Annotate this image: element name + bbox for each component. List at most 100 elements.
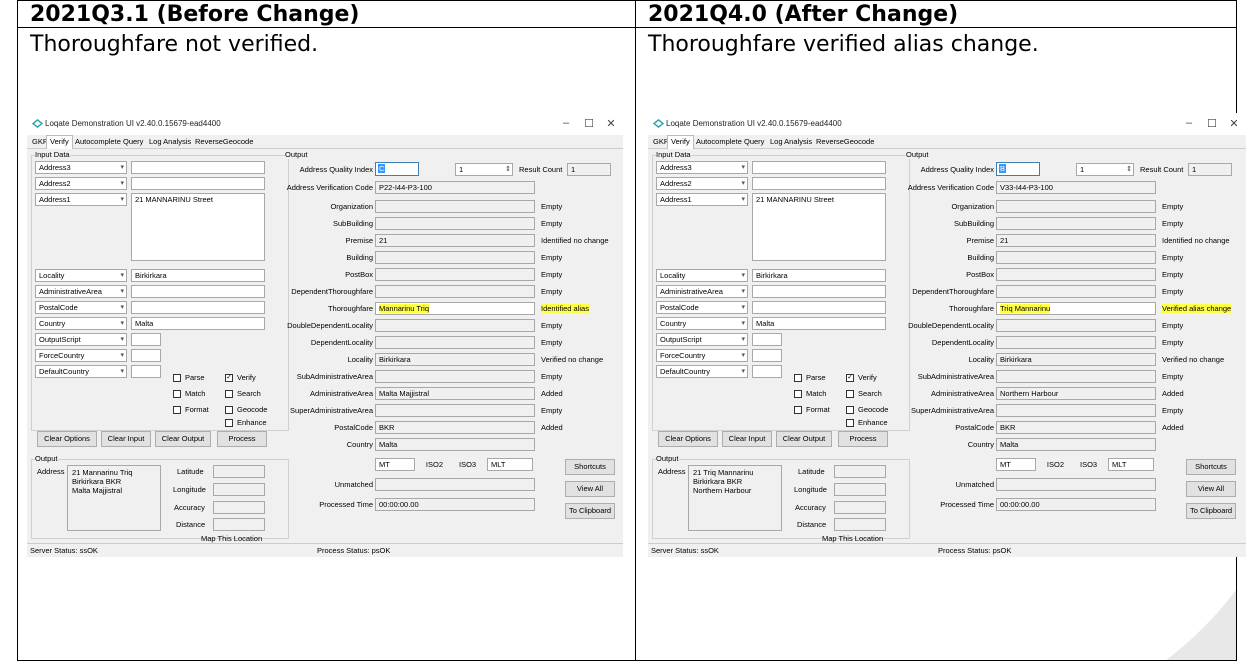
- input-field-selector[interactable]: PostalCode ▾: [35, 301, 127, 314]
- input-field-selector[interactable]: Country ▾: [35, 317, 127, 330]
- input-field-selector[interactable]: Address3 ▾: [35, 161, 127, 174]
- chevron-down-icon[interactable]: ▾: [741, 318, 745, 329]
- input-value-field[interactable]: [752, 285, 886, 298]
- aqi-field[interactable]: B: [996, 162, 1040, 176]
- chevron-down-icon[interactable]: ▾: [120, 350, 124, 361]
- input-value-field[interactable]: [131, 285, 265, 298]
- minimize-icon[interactable]: –: [1182, 117, 1196, 129]
- search-checkbox[interactable]: Search: [846, 389, 882, 399]
- input-field-selector[interactable]: Country ▾: [656, 317, 748, 330]
- chevron-down-icon[interactable]: ▾: [741, 366, 745, 377]
- view-all-button[interactable]: View All: [565, 481, 615, 497]
- input-field-selector[interactable]: AdministrativeArea ▾: [656, 285, 748, 298]
- chevron-down-icon[interactable]: ▾: [741, 194, 745, 205]
- enhance-checkbox[interactable]: Enhance: [846, 418, 888, 428]
- chevron-down-icon[interactable]: ▾: [741, 178, 745, 189]
- input-value-field[interactable]: [131, 161, 265, 174]
- geocode-checkbox[interactable]: Geocode: [225, 405, 267, 415]
- to-clipboard-button[interactable]: To Clipboard: [1186, 503, 1236, 519]
- tab-autocomplete[interactable]: Autocomplete: [72, 136, 124, 149]
- input-value-field[interactable]: 21 MANNARINU Street: [752, 193, 886, 261]
- clear-options-button[interactable]: Clear Options: [658, 431, 718, 447]
- chevron-down-icon[interactable]: ▾: [120, 318, 124, 329]
- map-this-location-link[interactable]: Map This Location: [201, 534, 262, 543]
- tab-reverse-geocode[interactable]: ReverseGeocode: [192, 136, 256, 149]
- aqi-field[interactable]: C: [375, 162, 419, 176]
- input-field-selector[interactable]: Address1 ▾: [656, 193, 748, 206]
- input-field-selector[interactable]: DefaultCountry ▾: [656, 365, 748, 378]
- clear-input-button[interactable]: Clear Input: [101, 431, 151, 447]
- chevron-down-icon[interactable]: ▾: [741, 350, 745, 361]
- chevron-down-icon[interactable]: ▾: [120, 286, 124, 297]
- input-value-field[interactable]: [752, 177, 886, 190]
- clear-options-button[interactable]: Clear Options: [37, 431, 97, 447]
- input-field-selector[interactable]: ForceCountry ▾: [35, 349, 127, 362]
- input-value-field[interactable]: Malta: [752, 317, 886, 330]
- chevron-down-icon[interactable]: ▾: [120, 270, 124, 281]
- tab-log-analysis[interactable]: Log Analysis: [767, 136, 815, 149]
- input-field-selector[interactable]: Locality ▾: [35, 269, 127, 282]
- maximize-icon[interactable]: ☐: [1205, 117, 1219, 130]
- chevron-down-icon[interactable]: ▾: [120, 334, 124, 345]
- chevron-down-icon[interactable]: ▾: [120, 194, 124, 205]
- maximize-icon[interactable]: ☐: [582, 117, 596, 130]
- input-value-field[interactable]: [752, 349, 782, 362]
- input-value-field[interactable]: [752, 333, 782, 346]
- view-all-button[interactable]: View All: [1186, 481, 1236, 497]
- input-field-selector[interactable]: OutputScript ▾: [656, 333, 748, 346]
- tab-reverse-geocode[interactable]: ReverseGeocode: [813, 136, 877, 149]
- chevron-down-icon[interactable]: ▾: [741, 302, 745, 313]
- search-checkbox[interactable]: Search: [225, 389, 261, 399]
- close-icon[interactable]: ✕: [1227, 117, 1241, 130]
- shortcuts-button[interactable]: Shortcuts: [565, 459, 615, 475]
- tab-verify[interactable]: Verify: [667, 135, 694, 149]
- match-checkbox[interactable]: Match: [173, 389, 205, 399]
- process-button[interactable]: Process: [217, 431, 267, 447]
- verify-checkbox[interactable]: ✓ Verify: [225, 373, 256, 383]
- chevron-down-icon[interactable]: ▾: [741, 270, 745, 281]
- parse-checkbox[interactable]: Parse: [794, 373, 826, 383]
- input-field-selector[interactable]: AdministrativeArea ▾: [35, 285, 127, 298]
- verify-checkbox[interactable]: ✓ Verify: [846, 373, 877, 383]
- tab-query[interactable]: Query: [741, 136, 767, 149]
- clear-input-button[interactable]: Clear Input: [722, 431, 772, 447]
- input-value-field[interactable]: 21 MANNARINU Street: [131, 193, 265, 261]
- tab-log-analysis[interactable]: Log Analysis: [146, 136, 194, 149]
- input-field-selector[interactable]: Locality ▾: [656, 269, 748, 282]
- chevron-down-icon[interactable]: ▾: [120, 178, 124, 189]
- input-value-field[interactable]: [752, 365, 782, 378]
- map-this-location-link[interactable]: Map This Location: [822, 534, 883, 543]
- geocode-checkbox[interactable]: Geocode: [846, 405, 888, 415]
- input-field-selector[interactable]: OutputScript ▾: [35, 333, 127, 346]
- enhance-checkbox[interactable]: Enhance: [225, 418, 267, 428]
- input-value-field[interactable]: Malta: [131, 317, 265, 330]
- input-value-field[interactable]: Birkirkara: [752, 269, 886, 282]
- input-field-selector[interactable]: Address2 ▾: [35, 177, 127, 190]
- clear-output-button[interactable]: Clear Output: [155, 431, 211, 447]
- chevron-down-icon[interactable]: ▾: [741, 162, 745, 173]
- chevron-down-icon[interactable]: ▾: [741, 334, 745, 345]
- input-value-field[interactable]: [131, 177, 265, 190]
- input-field-selector[interactable]: Address2 ▾: [656, 177, 748, 190]
- chevron-down-icon[interactable]: ▾: [120, 366, 124, 377]
- input-value-field[interactable]: [131, 365, 161, 378]
- shortcuts-button[interactable]: Shortcuts: [1186, 459, 1236, 475]
- clear-output-button[interactable]: Clear Output: [776, 431, 832, 447]
- process-button[interactable]: Process: [838, 431, 888, 447]
- input-field-selector[interactable]: DefaultCountry ▾: [35, 365, 127, 378]
- chevron-down-icon[interactable]: ▾: [741, 286, 745, 297]
- input-value-field[interactable]: [131, 349, 161, 362]
- minimize-icon[interactable]: –: [559, 117, 573, 129]
- input-value-field[interactable]: [752, 301, 886, 314]
- result-spinner[interactable]: 1 ⇕: [1076, 163, 1134, 176]
- input-value-field[interactable]: [131, 301, 265, 314]
- input-field-selector[interactable]: ForceCountry ▾: [656, 349, 748, 362]
- result-spinner[interactable]: 1 ⇕: [455, 163, 513, 176]
- tab-query[interactable]: Query: [120, 136, 146, 149]
- format-checkbox[interactable]: Format: [794, 405, 830, 415]
- tab-autocomplete[interactable]: Autocomplete: [693, 136, 745, 149]
- chevron-down-icon[interactable]: ▾: [120, 302, 124, 313]
- input-field-selector[interactable]: PostalCode ▾: [656, 301, 748, 314]
- format-checkbox[interactable]: Format: [173, 405, 209, 415]
- input-value-field[interactable]: [131, 333, 161, 346]
